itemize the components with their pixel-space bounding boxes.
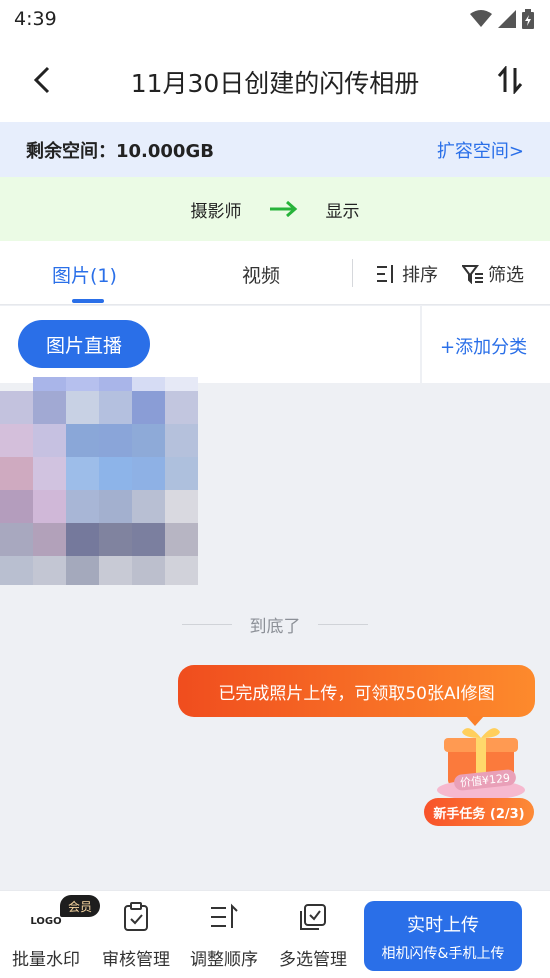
sort-icon [377,265,393,283]
end-text: 到底了 [249,616,301,637]
logo-mark: LOGO [30,915,62,927]
green-arrow-icon [269,201,297,217]
bottom-toolbar: LOGO 批量水印 会员 审核管理 调整顺序 多选管理 实时上传 相机闪传&手机… [0,890,550,978]
reorder-icon [211,903,238,928]
signal-icon [498,10,516,28]
filter-label: 筛选 [488,265,524,286]
sort-label: 排序 [402,265,438,286]
realtime-upload-button[interactable]: 实时上传 相机闪传&手机上传 [364,901,522,971]
multi-select-label: 多选管理 [279,950,347,970]
end-divider-right [318,623,368,625]
sort-swap-icon [497,66,523,94]
battery-icon [522,9,534,29]
sort-button[interactable]: 排序 [376,261,438,287]
reorder-button[interactable]: 调整顺序 [182,901,266,970]
media-tabs: 图片(1) 视频 排序 筛选 [0,241,550,305]
upload-sub-label: 相机闪传&手机上传 [381,946,505,962]
new-user-task-widget[interactable]: 价值¥129 新手任务 (2/3) [424,722,534,826]
category-divider [420,306,422,383]
promo-bubble[interactable]: 已完成照片上传，可领取50张AI修图 [178,665,535,726]
status-icons [470,9,534,29]
back-button[interactable] [24,62,60,98]
multi-select-button[interactable]: 多选管理 [271,901,355,970]
review-button[interactable]: 审核管理 [94,901,178,970]
filter-icon [462,265,483,284]
storage-bar: 剩余空间：10.000GB 扩容空间> [0,122,550,177]
live-category-chip[interactable]: 图片直播 [18,320,150,368]
storage-remaining: 剩余空间：10.000GB [26,140,214,162]
wifi-icon [470,10,492,27]
title-bar: 11月30日创建的闪传相册 [0,38,550,122]
category-row: 图片直播 +添加分类 [0,306,550,383]
page-title: 11月30日创建的闪传相册 [130,69,420,98]
add-category-button[interactable]: +添加分类 [440,333,527,359]
filter-button[interactable]: 筛选 [462,261,524,287]
tab-divider [352,259,353,287]
end-divider-left [182,623,232,625]
photo-thumbnail[interactable] [0,377,212,585]
flow-bar: 摄影师 显示 [0,177,550,241]
sort-order-button[interactable] [492,62,528,98]
tab-videos[interactable]: 视频 [242,261,280,288]
status-bar: 4:39 [0,0,550,38]
review-icon [124,902,148,931]
upload-main-label: 实时上传 [407,915,479,936]
review-label: 审核管理 [102,950,170,970]
back-arrow-icon [33,66,50,94]
status-time: 4:39 [14,8,57,30]
expand-storage-link[interactable]: 扩容空间> [437,137,524,163]
end-of-list: 到底了 [182,612,368,637]
watermark-label: 批量水印 [12,950,80,970]
tab-active-indicator [72,299,104,303]
task-progress-pill: 新手任务 (2/3) [424,798,534,826]
reorder-label: 调整顺序 [190,950,258,970]
gift-icon [437,728,525,800]
multi-select-icon [300,904,326,930]
tab-photos[interactable]: 图片(1) [52,261,117,288]
flow-target: 显示 [325,201,360,222]
flow-source: 摄影师 [190,201,242,222]
